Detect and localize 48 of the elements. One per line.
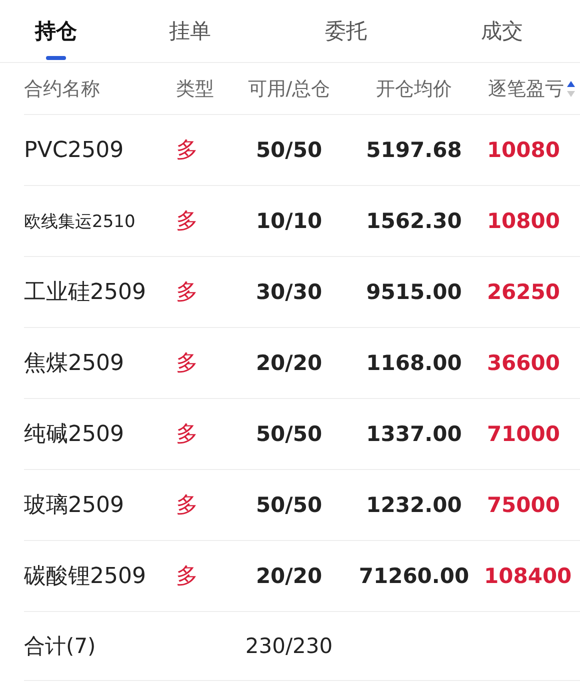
profit-value: 36600 bbox=[486, 351, 560, 375]
position-side: 多 bbox=[175, 421, 198, 449]
sort-icon[interactable] bbox=[566, 80, 576, 98]
tab[interactable]: 委托 bbox=[268, 0, 424, 62]
column-header: 开仓均价 bbox=[376, 76, 452, 102]
column-header: 类型 bbox=[175, 76, 214, 102]
tab[interactable]: 持仓 bbox=[0, 0, 112, 62]
position-side: 多 bbox=[175, 208, 198, 236]
table-cell: 30/30 bbox=[256, 280, 322, 304]
total-label: 合计(7) bbox=[24, 633, 96, 660]
column-header: 合约名称 bbox=[24, 76, 100, 102]
table-cell: 20/20 bbox=[256, 564, 322, 588]
table-cell: 9515.00 bbox=[366, 280, 462, 304]
table-cell: 5197.68 bbox=[366, 138, 462, 162]
contract-name: 焦煤2509 bbox=[24, 350, 124, 378]
tab[interactable]: 挂单 bbox=[112, 0, 268, 62]
position-side: 多 bbox=[175, 492, 198, 520]
table-cell: 10/10 bbox=[256, 209, 322, 233]
profit-value: 108400 bbox=[484, 564, 572, 588]
position-side: 多 bbox=[175, 350, 198, 378]
profit-value: 10800 bbox=[486, 209, 560, 233]
table-cell: 1562.30 bbox=[366, 209, 462, 233]
total-volume: 230/230 bbox=[245, 634, 333, 658]
table-cell: 20/20 bbox=[256, 351, 322, 375]
profit-value: 10080 bbox=[486, 138, 560, 162]
position-side: 多 bbox=[175, 137, 198, 165]
column-header: 可用/总仓 bbox=[248, 76, 330, 102]
table-cell: 71260.00 bbox=[358, 564, 470, 588]
profit-value: 75000 bbox=[486, 493, 560, 517]
table-cell: 50/50 bbox=[256, 138, 322, 162]
position-side: 多 bbox=[175, 279, 198, 307]
tab[interactable]: 成交 bbox=[424, 0, 580, 62]
active-tab-indicator bbox=[46, 56, 66, 60]
table-cell: 1337.00 bbox=[366, 422, 462, 446]
contract-name: 碳酸锂2509 bbox=[24, 563, 146, 591]
table-cell: 1232.00 bbox=[366, 493, 462, 517]
position-side: 多 bbox=[175, 563, 198, 591]
table-cell: 1168.00 bbox=[366, 351, 462, 375]
profit-value: 71000 bbox=[486, 422, 560, 446]
contract-name: 工业硅2509 bbox=[24, 279, 146, 307]
table-cell: 50/50 bbox=[256, 422, 322, 446]
profit-value: 26250 bbox=[486, 280, 560, 304]
contract-name: PVC2509 bbox=[24, 138, 124, 162]
column-header: 逐笔盈亏 bbox=[488, 76, 564, 102]
contract-name: 玻璃2509 bbox=[24, 492, 124, 520]
contract-name: 纯碱2509 bbox=[24, 421, 124, 449]
table-cell: 50/50 bbox=[256, 493, 322, 517]
contract-name: 欧线集运2510 bbox=[24, 210, 136, 232]
